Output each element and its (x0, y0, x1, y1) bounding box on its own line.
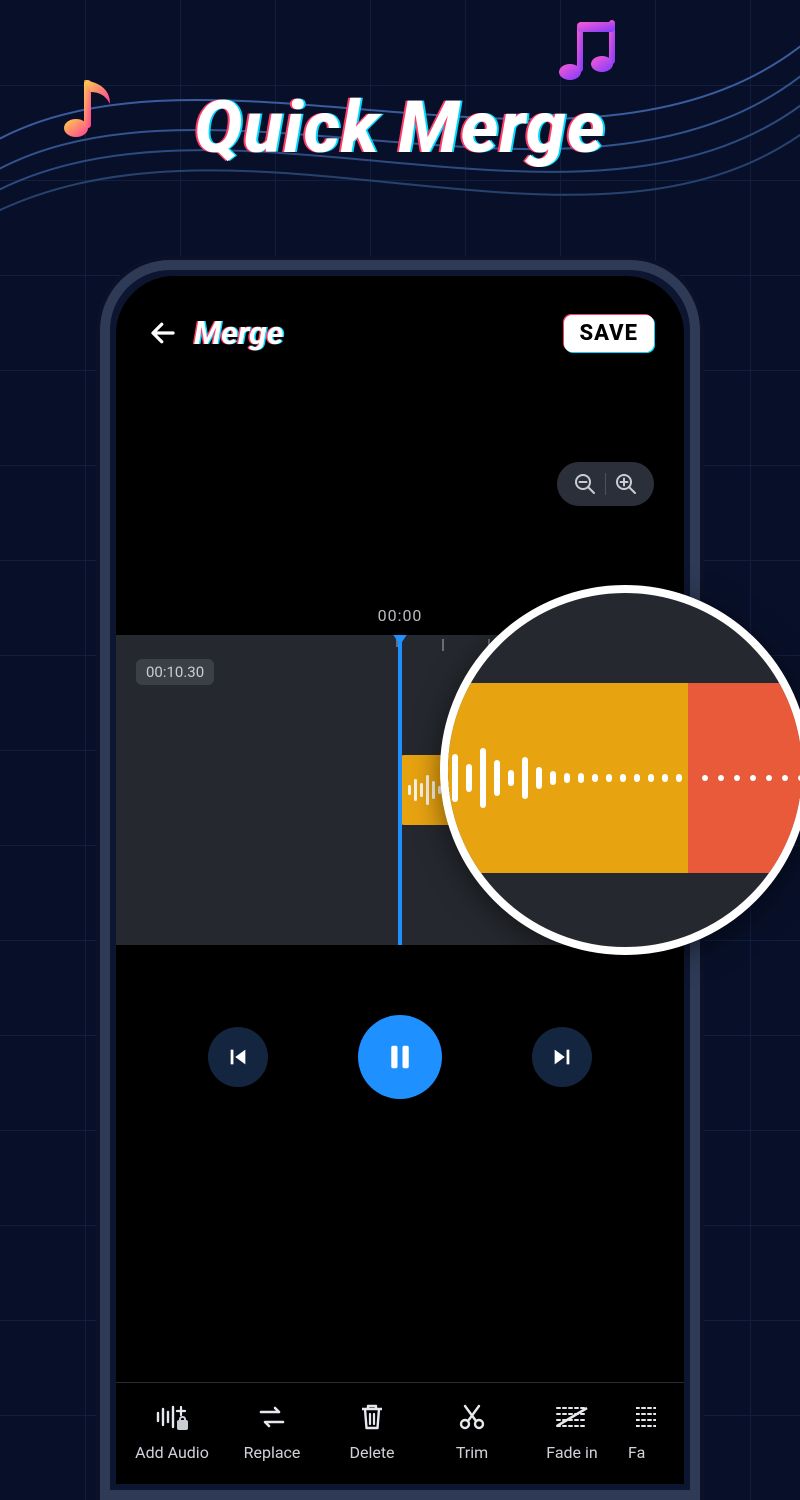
music-note-icon (556, 18, 620, 84)
zoom-in-button[interactable] (606, 462, 646, 506)
pause-icon (385, 1040, 415, 1074)
add-audio-icon (154, 1399, 190, 1435)
magnified-clip-yellow (440, 683, 688, 873)
scissors-icon (454, 1399, 490, 1435)
previous-button[interactable] (208, 1027, 268, 1087)
zoom-control (557, 462, 654, 506)
zoom-out-button[interactable] (565, 462, 605, 506)
trash-icon (354, 1399, 390, 1435)
next-button[interactable] (532, 1027, 592, 1087)
zoom-out-icon (573, 472, 597, 496)
tool-delete[interactable]: Delete (322, 1399, 422, 1462)
tool-label: Replace (244, 1443, 301, 1462)
clip-duration-chip: 00:10.30 (136, 659, 214, 685)
app-header: Merge SAVE (116, 276, 684, 372)
playhead[interactable] (398, 635, 402, 945)
fade-in-icon (554, 1399, 590, 1435)
tool-label: Delete (349, 1443, 394, 1462)
promo-title: Quick Merge (0, 85, 800, 170)
zoom-in-icon (614, 472, 638, 496)
skip-previous-icon (227, 1046, 249, 1068)
magnifier-overlay (440, 585, 800, 955)
tool-label: Add Audio (135, 1443, 209, 1462)
bottom-toolbar: Add Audio Replace Delete (116, 1382, 684, 1484)
playback-controls (116, 945, 684, 1099)
tool-label: Trim (456, 1443, 488, 1462)
tool-trim[interactable]: Trim (422, 1399, 522, 1462)
arrow-left-icon (148, 318, 178, 348)
tool-fade-in[interactable]: Fade in (522, 1399, 622, 1462)
magnified-clip-orange (688, 683, 800, 873)
tool-label: Fa (628, 1443, 645, 1462)
play-pause-button[interactable] (358, 1015, 442, 1099)
tool-label: Fade in (546, 1443, 597, 1462)
back-button[interactable] (146, 316, 180, 350)
screen-title: Merge (194, 314, 284, 352)
save-button[interactable]: SAVE (564, 315, 655, 352)
tool-add-audio[interactable]: Add Audio (122, 1399, 222, 1462)
replace-icon (254, 1399, 290, 1435)
waveform-dots-icon (702, 775, 800, 781)
tool-replace[interactable]: Replace (222, 1399, 322, 1462)
fade-out-icon (628, 1399, 664, 1435)
waveform-icon (440, 748, 682, 808)
tool-fade-out-partial[interactable]: Fa (622, 1399, 672, 1462)
skip-next-icon (551, 1046, 573, 1068)
